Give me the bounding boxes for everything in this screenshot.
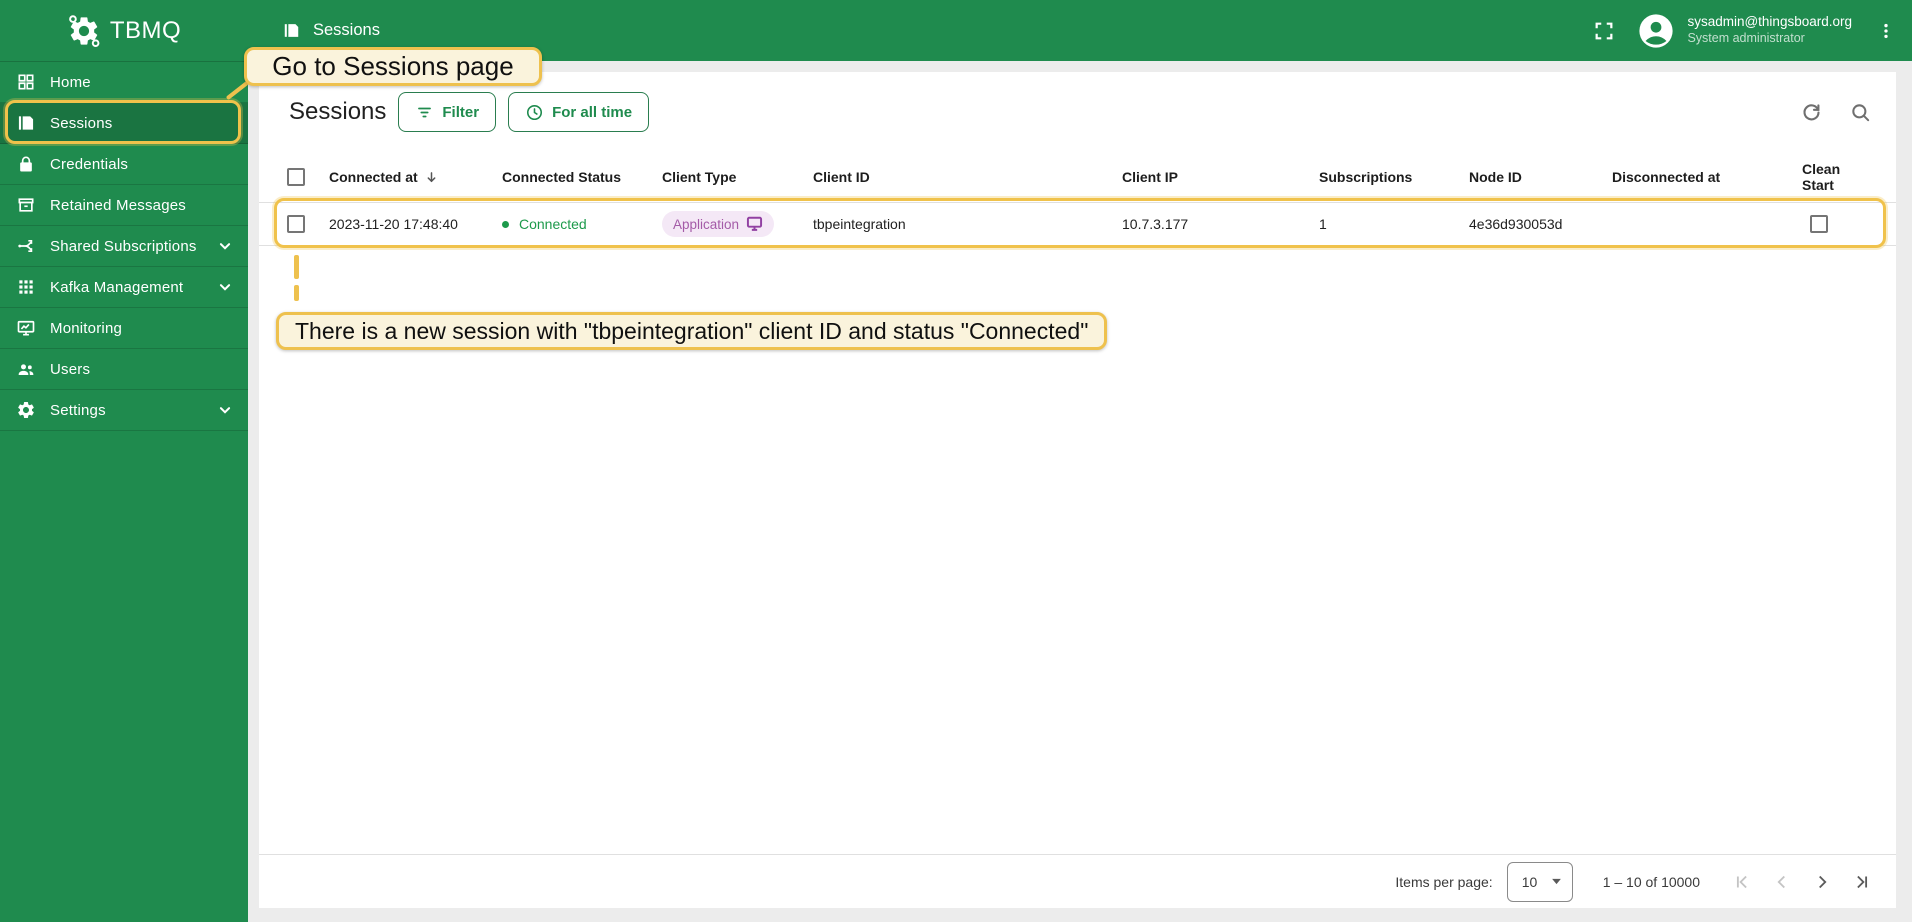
cell-connected-status: Connected bbox=[502, 216, 662, 232]
settings-gear-icon bbox=[16, 400, 36, 420]
status-dot-icon bbox=[502, 220, 509, 228]
sidebar-item-label: Kafka Management bbox=[50, 278, 184, 296]
retained-messages-icon bbox=[16, 195, 36, 215]
application-monitor-icon bbox=[746, 216, 763, 232]
filter-icon bbox=[415, 103, 434, 122]
first-page-button[interactable] bbox=[1722, 862, 1762, 902]
select-all-checkbox[interactable] bbox=[287, 168, 305, 186]
page-range-label: 1 – 10 of 10000 bbox=[1602, 873, 1700, 890]
previous-page-button[interactable] bbox=[1762, 862, 1802, 902]
user-email: sysadmin@thingsboard.org bbox=[1687, 14, 1852, 30]
sidebar-item-label: Home bbox=[50, 73, 91, 91]
sidebar-item-label: Settings bbox=[50, 401, 106, 419]
time-range-button[interactable]: For all time bbox=[508, 92, 650, 132]
sort-desc-arrow-icon bbox=[424, 170, 439, 185]
items-per-page-label: Items per page: bbox=[1395, 873, 1493, 890]
row-checkbox[interactable] bbox=[287, 215, 305, 233]
sessions-book-icon bbox=[282, 21, 301, 40]
sidebar-item-home[interactable]: Home bbox=[0, 62, 248, 103]
page-size-select[interactable]: 10 bbox=[1506, 861, 1573, 902]
sidebar-item-label: Shared Subscriptions bbox=[50, 237, 197, 255]
app-name: TBMQ bbox=[109, 16, 182, 44]
table-header-row: Connected at Connected Status Client Typ… bbox=[259, 152, 1896, 202]
cell-node-id: 4e36d930053d bbox=[1469, 216, 1563, 232]
search-button[interactable] bbox=[1849, 101, 1872, 124]
sidebar-item-users[interactable]: Users bbox=[0, 349, 248, 390]
more-menu-button[interactable] bbox=[1876, 21, 1896, 41]
column-header-client-type[interactable]: Client Type bbox=[662, 169, 813, 185]
chevron-down-icon bbox=[216, 237, 234, 255]
shared-subscriptions-icon bbox=[16, 236, 36, 256]
sidebar-item-label: Retained Messages bbox=[50, 196, 186, 214]
page-title: Sessions bbox=[289, 98, 387, 125]
sidebar-nav: Home Sessions Credentials Retained Messa… bbox=[0, 61, 248, 431]
sidebar-item-sessions[interactable]: Sessions bbox=[0, 103, 248, 144]
topbar: Sessions sysadmin@thingsboard.org System… bbox=[248, 0, 1912, 61]
sidebar: TBMQ Home Sessions Credentials Retained … bbox=[0, 0, 248, 922]
filter-button-label: Filter bbox=[442, 103, 480, 121]
sessions-book-icon bbox=[16, 113, 36, 133]
sessions-toolbar: Sessions Filter For all time bbox=[259, 72, 1896, 152]
sidebar-item-label: Monitoring bbox=[50, 319, 123, 337]
filter-button[interactable]: Filter bbox=[398, 92, 497, 132]
cell-client-type: Application bbox=[662, 211, 813, 237]
last-page-button[interactable] bbox=[1842, 862, 1882, 902]
time-range-button-label: For all time bbox=[552, 103, 633, 121]
sessions-card: Sessions Filter For all time Connected a… bbox=[259, 72, 1896, 908]
sidebar-item-credentials[interactable]: Credentials bbox=[0, 144, 248, 185]
column-header-connected-status[interactable]: Connected Status bbox=[502, 169, 662, 185]
cell-client-ip: 10.7.3.177 bbox=[1122, 216, 1189, 232]
sidebar-item-retained-messages[interactable]: Retained Messages bbox=[0, 185, 248, 226]
user-role: System administrator bbox=[1687, 31, 1805, 46]
paginator: Items per page: 10 1 – 10 of 10000 bbox=[259, 854, 1896, 908]
column-header-client-ip[interactable]: Client IP bbox=[1122, 169, 1319, 185]
sidebar-item-monitoring[interactable]: Monitoring bbox=[0, 308, 248, 349]
refresh-button[interactable] bbox=[1800, 101, 1823, 124]
kafka-apps-icon bbox=[16, 277, 36, 297]
chevron-down-icon bbox=[216, 401, 234, 419]
next-page-button[interactable] bbox=[1802, 862, 1842, 902]
cell-client-id: tbpeintegration bbox=[813, 216, 906, 232]
column-header-clean-start[interactable]: Clean Start bbox=[1802, 161, 1872, 193]
users-icon bbox=[16, 359, 36, 379]
client-type-chip: Application bbox=[662, 211, 775, 237]
column-header-node-id[interactable]: Node ID bbox=[1469, 169, 1612, 185]
sidebar-item-label: Credentials bbox=[50, 155, 129, 173]
sidebar-item-shared-subscriptions[interactable]: Shared Subscriptions bbox=[0, 226, 248, 267]
caret-down-icon bbox=[1551, 878, 1562, 885]
app-logo[interactable]: TBMQ bbox=[0, 0, 248, 61]
column-header-connected-at[interactable]: Connected at bbox=[329, 169, 502, 185]
session-row[interactable]: 2023-11-20 17:48:40 Connected Applicatio… bbox=[259, 202, 1896, 246]
sidebar-item-settings[interactable]: Settings bbox=[0, 390, 248, 431]
cell-subscriptions: 1 bbox=[1319, 216, 1327, 232]
sidebar-item-kafka-management[interactable]: Kafka Management bbox=[0, 267, 248, 308]
lock-icon bbox=[16, 154, 36, 174]
app-window: TBMQ Home Sessions Credentials Retained … bbox=[0, 0, 1912, 922]
user-menu[interactable]: sysadmin@thingsboard.org System administ… bbox=[1637, 12, 1852, 50]
column-header-subscriptions[interactable]: Subscriptions bbox=[1319, 169, 1469, 185]
monitoring-icon bbox=[16, 318, 36, 338]
avatar bbox=[1637, 12, 1675, 50]
sidebar-item-label: Users bbox=[50, 360, 91, 378]
tbmq-gear-logo-icon bbox=[67, 14, 101, 48]
clean-start-checkbox[interactable] bbox=[1810, 215, 1828, 233]
column-header-client-id[interactable]: Client ID bbox=[813, 169, 1122, 185]
topbar-title: Sessions bbox=[313, 21, 380, 39]
cell-clean-start bbox=[1802, 215, 1872, 233]
cell-connected-at: 2023-11-20 17:48:40 bbox=[329, 216, 458, 232]
chevron-down-icon bbox=[216, 278, 234, 296]
page-size-value: 10 bbox=[1521, 873, 1538, 890]
fullscreen-button[interactable] bbox=[1593, 20, 1615, 42]
clock-icon bbox=[525, 103, 544, 122]
column-header-disconnected-at[interactable]: Disconnected at bbox=[1612, 169, 1802, 185]
home-dashboard-icon bbox=[16, 72, 36, 92]
sidebar-item-label: Sessions bbox=[50, 114, 113, 132]
